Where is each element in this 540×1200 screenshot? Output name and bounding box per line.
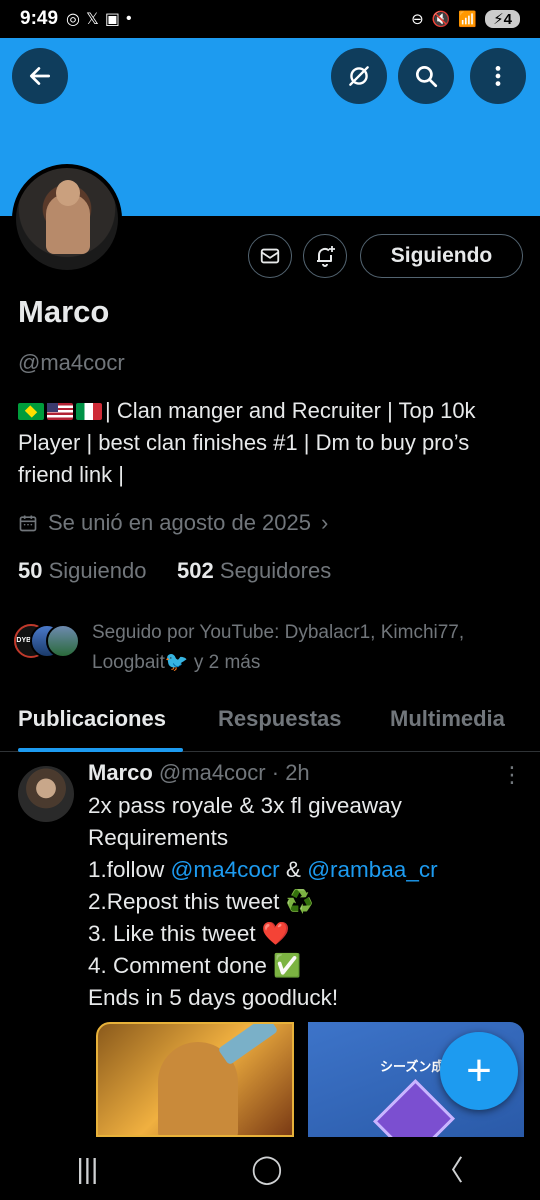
- dot-icon: •: [126, 10, 132, 27]
- notify-button[interactable]: [303, 234, 347, 278]
- x-logo-icon: 𝕏: [86, 11, 99, 28]
- tweet-handle: @ma4cocr: [158, 760, 266, 785]
- status-notification-icons: ◎ 𝕏 ▣ •: [66, 9, 132, 29]
- profile-name: Marco: [18, 294, 110, 329]
- recents-icon[interactable]: |||: [76, 1153, 98, 1185]
- tab-publicaciones[interactable]: Publicaciones: [18, 700, 166, 732]
- join-date[interactable]: Se unió en agosto de 2025 ›: [18, 510, 328, 536]
- tweet-line: Requirements: [88, 825, 229, 850]
- usa-flag-icon: [47, 403, 73, 420]
- grok-icon: [349, 66, 369, 86]
- followers-count-link[interactable]: 502 Seguidores: [177, 558, 331, 583]
- profile-avatar[interactable]: [12, 164, 122, 274]
- status-system-icons: ⊖ 🔇 📶 ⚡4: [411, 10, 520, 28]
- mention-link[interactable]: @ma4cocr: [171, 857, 280, 882]
- status-time: 9:49: [20, 8, 59, 29]
- android-nav-bar: ||| ◯ 〈: [0, 1137, 540, 1200]
- tweet-text: 2x pass royale & 3x fl giveaway Requireme…: [88, 790, 528, 1014]
- followed-by[interactable]: DYBALA Seguido por YouTube: Dybalacr1, K…: [14, 618, 512, 678]
- wifi-icon: 📶: [458, 11, 478, 28]
- tweet-line: 1.follow @ma4cocr & @rambaa_cr: [88, 857, 438, 882]
- media-gem: [372, 1078, 456, 1137]
- calendar-icon: [19, 515, 37, 532]
- tweet-line: 3. Like this tweet ❤️: [88, 921, 290, 946]
- more-options-button[interactable]: [470, 48, 526, 104]
- following-button[interactable]: Siguiendo: [360, 234, 523, 278]
- tweet-line: 2x pass royale & 3x fl giveaway: [88, 793, 402, 818]
- back-button[interactable]: [12, 48, 68, 104]
- tweet-more-icon[interactable]: ⋮: [500, 762, 524, 792]
- brazil-flag-icon: [18, 403, 44, 420]
- tweet-line: 2.Repost this tweet ♻️: [88, 889, 314, 914]
- avatar-head: [56, 180, 80, 206]
- mention-link[interactable]: @rambaa_cr: [307, 857, 437, 882]
- grok-button[interactable]: [331, 48, 387, 104]
- home-icon[interactable]: ◯: [251, 1152, 282, 1185]
- tweet-time: · 2h: [271, 760, 310, 785]
- profile-handle: @ma4cocr: [18, 350, 125, 375]
- tab-respuestas[interactable]: Respuestas: [218, 700, 342, 732]
- mail-icon: [260, 248, 280, 264]
- x-verified-icon: 🐦: [164, 652, 189, 673]
- back-nav-icon[interactable]: 〈: [436, 1149, 464, 1189]
- search-icon: [415, 65, 438, 88]
- whatsapp-icon: ◎: [66, 11, 80, 28]
- followed-by-avatars: DYBALA: [14, 618, 82, 662]
- mini-avatar-3: [46, 624, 80, 658]
- media-caption: シーズン成: [380, 1059, 445, 1074]
- plus-icon: +: [466, 1046, 492, 1095]
- join-date-text: Se unió en agosto de 2025: [48, 510, 312, 535]
- follow-counts: 50 Siguiendo 502 Seguidores: [18, 558, 331, 584]
- tweet-avatar[interactable]: [18, 766, 74, 822]
- italy-flag-icon: [76, 403, 102, 420]
- message-button[interactable]: [248, 234, 292, 278]
- mute-icon: 🔇: [431, 11, 451, 28]
- chevron-right-icon: ›: [321, 510, 329, 535]
- search-button[interactable]: [398, 48, 454, 104]
- profile-tabs: Publicaciones Respuestas Multimedia: [0, 700, 540, 752]
- tab-multimedia[interactable]: Multimedia: [390, 700, 505, 732]
- more-vertical-icon: [495, 66, 501, 86]
- tweet-line: Ends in 5 days goodluck!: [88, 985, 339, 1010]
- media-sword: [217, 1024, 279, 1066]
- bell-plus-icon: [317, 246, 335, 267]
- arrow-left-icon: [29, 67, 51, 85]
- following-count-link[interactable]: 50 Siguiendo: [18, 558, 146, 583]
- compose-button[interactable]: +: [440, 1032, 518, 1110]
- twitch-icon: ▣: [104, 11, 121, 28]
- tweet-header: Marco @ma4cocr · 2h: [88, 760, 310, 786]
- profile-bio: | Clan manger and Recruiter | Top 10k Pl…: [18, 395, 528, 491]
- followed-by-text: Seguido por YouTube: Dybalacr1, Kimchi77…: [92, 622, 465, 673]
- status-bar: 9:49 ◎ 𝕏 ▣ • ⊖ 🔇 📶 ⚡4: [0, 0, 540, 38]
- tweet-author[interactable]: Marco: [88, 760, 153, 785]
- tweet-media-1[interactable]: [96, 1022, 294, 1137]
- active-tab-indicator: [18, 748, 183, 752]
- tweet-line: 4. Comment done ✅: [88, 953, 302, 978]
- battery-indicator: ⚡4: [485, 10, 520, 28]
- dnd-icon: ⊖: [411, 11, 424, 28]
